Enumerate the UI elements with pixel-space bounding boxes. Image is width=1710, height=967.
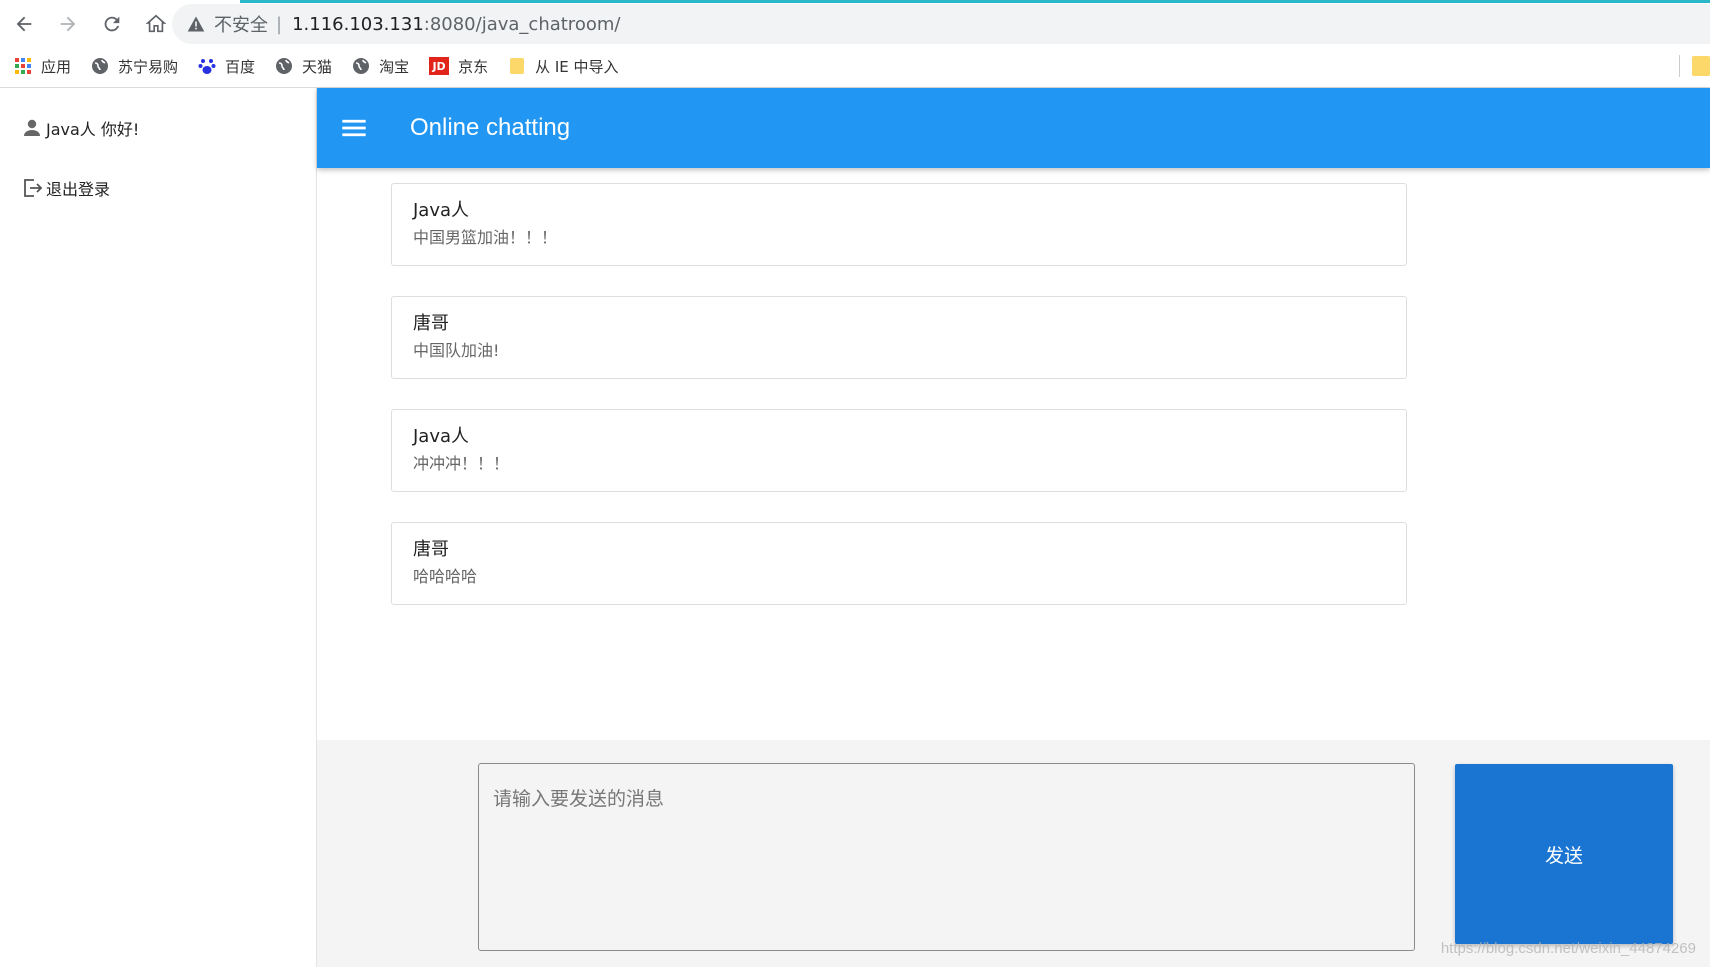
warning-triangle-icon bbox=[187, 16, 205, 32]
address-bar[interactable]: 不安全 | 1.116.103.131:8080/java_chatroom/ bbox=[172, 4, 1710, 44]
bookmark-baidu[interactable]: 百度 bbox=[198, 56, 255, 77]
browser-toolbar: 不安全 | 1.116.103.131:8080/java_chatroom/ … bbox=[0, 0, 1710, 88]
bookmark-ie-import[interactable]: 从 IE 中导入 bbox=[508, 56, 619, 77]
apps-grid-icon bbox=[14, 57, 32, 75]
send-button[interactable]: 发送 bbox=[1455, 764, 1673, 944]
logout-icon bbox=[24, 179, 43, 197]
message-input[interactable] bbox=[478, 763, 1415, 951]
bookmarks-divider bbox=[1679, 55, 1680, 77]
menu-icon[interactable] bbox=[340, 114, 368, 142]
app-bar: Online chatting bbox=[317, 88, 1710, 168]
bookmark-suning[interactable]: 苏宁易购 bbox=[91, 56, 178, 77]
message-sender: Java人 bbox=[413, 200, 470, 221]
message-card: 唐哥 哈哈哈哈 bbox=[391, 522, 1407, 605]
folder-icon bbox=[1692, 56, 1710, 76]
jd-logo-icon: JD bbox=[429, 57, 450, 75]
sidebar-item-logout[interactable]: 退出登录 bbox=[20, 176, 110, 200]
message-sender: 唐哥 bbox=[413, 539, 449, 560]
home-icon bbox=[145, 14, 167, 33]
security-label: 不安全 bbox=[214, 15, 268, 36]
bookmark-label: 百度 bbox=[225, 57, 256, 76]
message-text: 冲冲冲！！！ bbox=[413, 454, 510, 473]
message-text: 中国队加油! bbox=[413, 341, 500, 360]
page-title: Online chatting bbox=[410, 114, 571, 141]
address-separator: | bbox=[276, 13, 283, 35]
reload-icon bbox=[104, 16, 120, 32]
greeting-text: Java人 你好! bbox=[46, 120, 140, 139]
logout-label: 退出登录 bbox=[46, 180, 111, 199]
bookmark-apps[interactable]: 应用 bbox=[14, 56, 71, 77]
bookmark-label: 苏宁易购 bbox=[118, 57, 179, 76]
globe-icon bbox=[352, 57, 370, 75]
message-text: 中国男篮加油！！！ bbox=[413, 228, 558, 247]
bookmark-tmall[interactable]: 天猫 bbox=[275, 56, 332, 77]
bookmark-label: 淘宝 bbox=[379, 57, 410, 76]
other-bookmarks[interactable] bbox=[1679, 54, 1710, 78]
forward-button[interactable] bbox=[48, 4, 88, 44]
message-text: 哈哈哈哈 bbox=[413, 567, 478, 586]
globe-icon bbox=[91, 57, 109, 75]
arrow-left-icon bbox=[16, 16, 32, 32]
tab-accent-line bbox=[240, 0, 1710, 3]
message-card: Java人 冲冲冲！！！ bbox=[391, 409, 1407, 492]
back-button[interactable] bbox=[4, 4, 44, 44]
arrow-right-icon bbox=[60, 16, 76, 32]
bookmark-label: 从 IE 中导入 bbox=[535, 57, 619, 76]
message-card: 唐哥 中国队加油! bbox=[391, 296, 1407, 379]
bookmark-label: 京东 bbox=[458, 57, 489, 76]
sidebar: Java人 你好! 退出登录 bbox=[0, 88, 317, 967]
address-host: 1.116.103.131 bbox=[292, 13, 424, 35]
message-list: Java人 中国男篮加油！！！ 唐哥 中国队加油! Java人 冲冲冲！！！ 唐… bbox=[391, 183, 1407, 635]
sidebar-user-greeting: Java人 你好! bbox=[20, 116, 139, 140]
bookmark-taobao[interactable]: 淘宝 bbox=[352, 56, 409, 77]
globe-icon bbox=[275, 57, 293, 75]
address-path: :8080/java_chatroom/ bbox=[423, 13, 621, 35]
watermark: https://blog.csdn.net/weixin_44874269 bbox=[1440, 940, 1696, 957]
message-card: Java人 中国男篮加油！！！ bbox=[391, 183, 1407, 266]
reload-button[interactable] bbox=[92, 4, 132, 44]
home-button[interactable] bbox=[136, 4, 176, 44]
message-sender: Java人 bbox=[413, 426, 470, 447]
message-sender: 唐哥 bbox=[413, 313, 449, 334]
folder-icon bbox=[508, 57, 526, 75]
person-icon bbox=[24, 119, 40, 136]
baidu-paw-icon bbox=[198, 57, 216, 75]
bookmark-label: 应用 bbox=[41, 57, 72, 76]
bookmark-jd[interactable]: JD 京东 bbox=[429, 56, 488, 77]
bookmark-label: 天猫 bbox=[302, 57, 333, 76]
bookmarks-bar: 应用 苏宁易购 百度 天猫 淘宝 JD 京东 从 IE 中导入 bbox=[0, 48, 1710, 84]
message-composer: 发送 bbox=[317, 740, 1710, 967]
